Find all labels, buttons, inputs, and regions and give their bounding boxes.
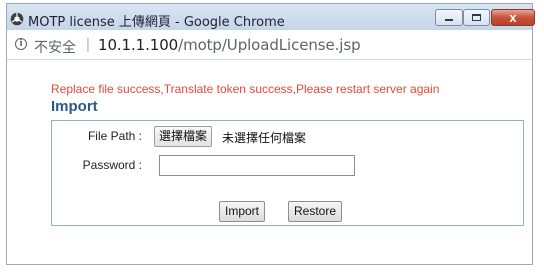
- import-panel: File Path : 選擇檔案 未選擇任何檔案 Password : Impo…: [51, 120, 524, 226]
- status-message: Replace file success,Translate token suc…: [51, 82, 440, 96]
- page-heading: Import: [51, 98, 98, 115]
- address-bar[interactable]: i 不安全 | 10.1.1.100/motp/UploadLicense.js…: [7, 30, 532, 60]
- chrome-icon: [10, 12, 24, 26]
- file-path-label: File Path :: [87, 129, 142, 143]
- window-title: MOTP license 上傳網頁 - Google Chrome: [28, 15, 285, 30]
- page-content: Replace file success,Translate token suc…: [7, 60, 532, 264]
- close-button[interactable]: x: [491, 9, 535, 26]
- url-text[interactable]: 10.1.1.100/motp/UploadLicense.jsp: [98, 36, 361, 54]
- close-icon: x: [509, 10, 517, 25]
- restore-button[interactable]: Restore: [288, 201, 343, 222]
- import-button[interactable]: Import: [219, 201, 266, 222]
- info-icon[interactable]: i: [15, 38, 27, 50]
- url-path: /motp/UploadLicense.jsp: [178, 36, 361, 54]
- address-separator: |: [86, 36, 90, 53]
- browser-window: MOTP license 上傳網頁 - Google Chrome x i 不安…: [0, 0, 544, 272]
- password-label: Password :: [82, 158, 142, 172]
- window-bottom-border: [7, 264, 532, 265]
- url-host: 10.1.1.100: [98, 36, 179, 54]
- minimize-button[interactable]: [435, 9, 463, 26]
- title-bar[interactable]: MOTP license 上傳網頁 - Google Chrome x: [7, 4, 535, 30]
- maximize-button[interactable]: [463, 9, 490, 26]
- security-label[interactable]: 不安全: [34, 37, 76, 57]
- password-input[interactable]: [159, 155, 355, 176]
- choose-file-button[interactable]: 選擇檔案: [154, 126, 213, 147]
- no-file-text: 未選擇任何檔案: [222, 131, 307, 145]
